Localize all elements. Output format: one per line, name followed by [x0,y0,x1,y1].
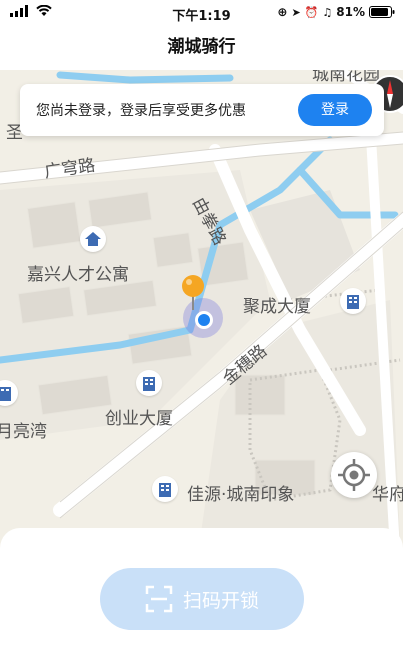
crosshair-icon [338,459,370,491]
location-arrow-icon: ➤ [291,5,301,19]
building-poi-icon[interactable] [152,476,178,502]
poi-label-chuangye-building[interactable]: 创业大厦 [105,404,173,429]
scan-unlock-label: 扫码开锁 [182,589,259,612]
home-icon [85,232,101,246]
building-poi-icon[interactable] [136,370,162,396]
battery-icon [369,6,395,18]
headphones-icon: ♫ [322,5,333,19]
login-button[interactable]: 登录 [298,94,372,126]
poi-label-jucheng-building[interactable]: 聚成大厦 [243,292,311,317]
office-building-icon [0,387,11,401]
office-building-icon [143,377,155,391]
office-building-icon [159,483,171,497]
page-title: 潮城骑行 [167,37,236,57]
alarm-icon: ⏰ [304,5,319,19]
login-prompt-text: 您尚未登录，登录后享受更多优惠 [36,103,246,119]
building-poi-icon[interactable] [340,288,366,314]
scan-icon [145,585,173,613]
battery-percent: 81% [336,5,365,19]
login-prompt-banner: 您尚未登录，登录后享受更多优惠 登录 [20,84,384,136]
office-building-icon [347,295,359,309]
status-right-group: ⊕ ➤ ⏰ ♫ 81% [277,5,395,19]
status-bar: 下午1:19 ⊕ ➤ ⏰ ♫ 81% [0,0,403,28]
map-pin-icon[interactable] [180,274,206,310]
locate-me-button[interactable] [331,452,377,498]
scan-unlock-button[interactable]: 扫码开锁 [100,568,304,630]
poi-label-yueliangwan[interactable]: 月亮湾 [0,417,47,442]
nav-bar: 潮城骑行 [0,28,403,70]
apartment-poi-icon[interactable] [80,226,106,252]
lock-rotation-icon: ⊕ [277,5,288,19]
user-location-dot [195,311,213,329]
poi-label-talent-apartment[interactable]: 嘉兴人才公寓 [27,260,129,285]
poi-label-jiayuan-chengnan[interactable]: 佳源·城南印象 [187,480,294,505]
